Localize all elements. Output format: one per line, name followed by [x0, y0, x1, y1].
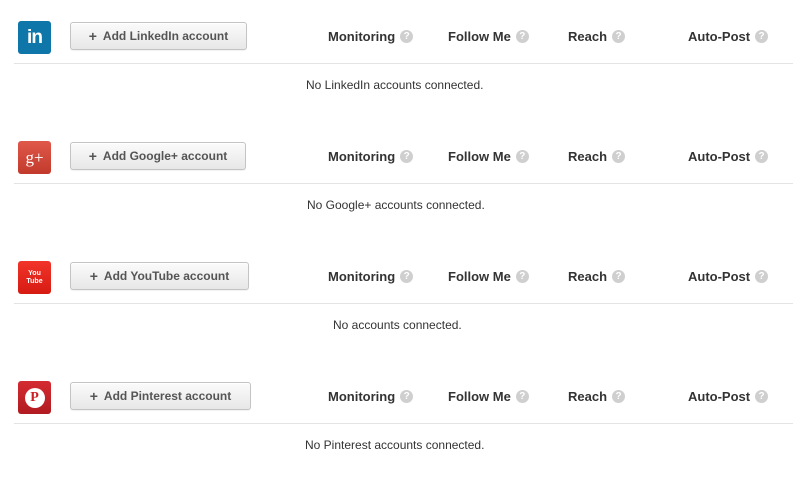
youtube-section: You Tube + Add YouTube account Monitorin…: [0, 240, 808, 360]
follow-me-label: Follow Me: [448, 269, 511, 284]
reach-label: Reach: [568, 269, 608, 284]
monitoring-label: Monitoring: [328, 149, 396, 164]
follow-me-help-icon[interactable]: ?: [515, 390, 529, 403]
linkedin-logo-text: in: [27, 26, 43, 48]
reach-column-header: Reach ?: [568, 389, 626, 404]
follow-me-help-icon[interactable]: ?: [515, 150, 529, 163]
follow-me-column-header: Follow Me ?: [448, 269, 529, 284]
monitoring-label: Monitoring: [328, 269, 396, 284]
monitoring-help-icon[interactable]: ?: [400, 150, 414, 163]
follow-me-help-icon[interactable]: ?: [515, 30, 529, 43]
add-pinterest-account-button[interactable]: + Add Pinterest account: [70, 382, 251, 410]
auto-post-help-icon[interactable]: ?: [755, 270, 769, 283]
reach-column-header: Reach ?: [568, 269, 626, 284]
linkedin-empty-message: No LinkedIn accounts connected.: [306, 78, 484, 92]
reach-label: Reach: [568, 149, 608, 164]
reach-help-icon[interactable]: ?: [612, 30, 626, 43]
follow-me-label: Follow Me: [448, 149, 511, 164]
add-googleplus-account-label: Add Google+ account: [102, 149, 228, 163]
add-pinterest-account-label: Add Pinterest account: [103, 389, 232, 403]
auto-post-help-icon[interactable]: ?: [755, 30, 769, 43]
add-linkedin-account-label: Add LinkedIn account: [102, 29, 229, 43]
auto-post-label: Auto-Post: [688, 269, 751, 284]
pinterest-header-row: P + Add Pinterest account Monitoring ? F…: [0, 360, 808, 424]
add-youtube-account-label: Add YouTube account: [103, 269, 230, 283]
reach-help-icon[interactable]: ?: [612, 390, 626, 403]
googleplus-section: g+ + Add Google+ account Monitoring ? Fo…: [0, 120, 808, 240]
googleplus-logo-text: g+: [25, 147, 44, 167]
googleplus-logo-icon: g+: [18, 141, 51, 174]
auto-post-column-header: Auto-Post ?: [688, 269, 769, 284]
monitoring-label: Monitoring: [328, 389, 396, 404]
add-youtube-account-button[interactable]: + Add YouTube account: [70, 262, 249, 290]
auto-post-label: Auto-Post: [688, 29, 751, 44]
youtube-logo-text: You Tube: [26, 269, 43, 285]
auto-post-help-icon[interactable]: ?: [755, 390, 769, 403]
reach-label: Reach: [568, 29, 608, 44]
youtube-empty-message: No accounts connected.: [333, 318, 462, 332]
auto-post-help-icon[interactable]: ?: [755, 150, 769, 163]
follow-me-column-header: Follow Me ?: [448, 29, 529, 44]
monitoring-help-icon[interactable]: ?: [400, 30, 414, 43]
add-linkedin-account-button[interactable]: + Add LinkedIn account: [70, 22, 247, 50]
section-divider: [14, 183, 793, 184]
follow-me-label: Follow Me: [448, 389, 511, 404]
plus-icon: +: [89, 388, 98, 404]
section-divider: [14, 303, 793, 304]
monitoring-column-header: Monitoring ?: [328, 29, 414, 44]
auto-post-column-header: Auto-Post ?: [688, 29, 769, 44]
section-divider: [14, 63, 793, 64]
reach-help-icon[interactable]: ?: [612, 270, 626, 283]
monitoring-help-icon[interactable]: ?: [400, 270, 414, 283]
auto-post-column-header: Auto-Post ?: [688, 149, 769, 164]
linkedin-header-row: in + Add LinkedIn account Monitoring ? F…: [0, 0, 808, 64]
follow-me-label: Follow Me: [448, 29, 511, 44]
reach-help-icon[interactable]: ?: [612, 150, 626, 163]
section-divider: [14, 423, 793, 424]
monitoring-column-header: Monitoring ?: [328, 149, 414, 164]
monitoring-label: Monitoring: [328, 29, 396, 44]
follow-me-help-icon[interactable]: ?: [515, 270, 529, 283]
pinterest-section: P + Add Pinterest account Monitoring ? F…: [0, 360, 808, 480]
reach-column-header: Reach ?: [568, 29, 626, 44]
plus-icon: +: [88, 28, 97, 44]
reach-label: Reach: [568, 389, 608, 404]
youtube-header-row: You Tube + Add YouTube account Monitorin…: [0, 240, 808, 304]
linkedin-logo-icon: in: [18, 21, 51, 54]
follow-me-column-header: Follow Me ?: [448, 389, 529, 404]
googleplus-empty-message: No Google+ accounts connected.: [307, 198, 485, 212]
monitoring-column-header: Monitoring ?: [328, 269, 414, 284]
monitoring-column-header: Monitoring ?: [328, 389, 414, 404]
auto-post-label: Auto-Post: [688, 149, 751, 164]
monitoring-help-icon[interactable]: ?: [400, 390, 414, 403]
add-googleplus-account-button[interactable]: + Add Google+ account: [70, 142, 246, 170]
pinterest-logo-icon: P: [18, 381, 51, 414]
googleplus-header-row: g+ + Add Google+ account Monitoring ? Fo…: [0, 120, 808, 184]
follow-me-column-header: Follow Me ?: [448, 149, 529, 164]
plus-icon: +: [88, 148, 97, 164]
plus-icon: +: [89, 268, 98, 284]
linkedin-section: in + Add LinkedIn account Monitoring ? F…: [0, 0, 808, 120]
pinterest-logo-circle: P: [24, 387, 45, 408]
youtube-logo-icon: You Tube: [18, 261, 51, 294]
pinterest-empty-message: No Pinterest accounts connected.: [305, 438, 485, 452]
pinterest-logo-text: P: [30, 389, 39, 405]
auto-post-label: Auto-Post: [688, 389, 751, 404]
reach-column-header: Reach ?: [568, 149, 626, 164]
auto-post-column-header: Auto-Post ?: [688, 389, 769, 404]
